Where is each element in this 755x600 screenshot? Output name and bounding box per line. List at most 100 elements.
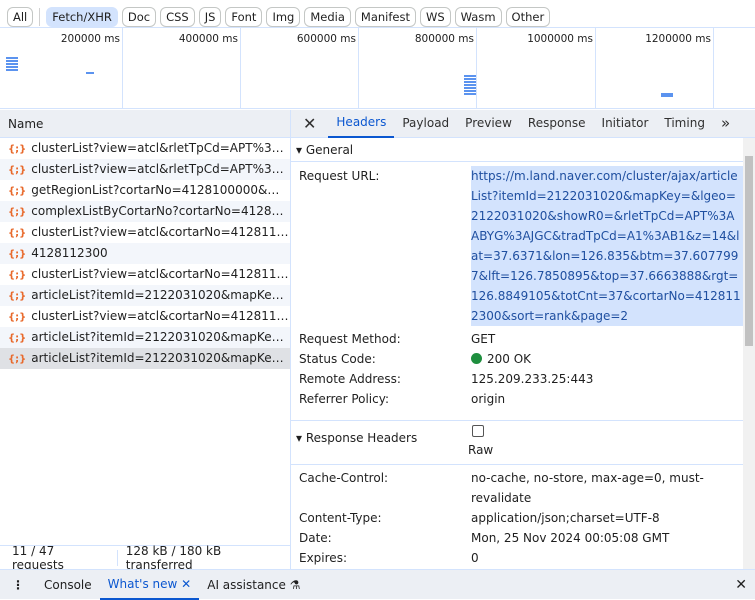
request-row[interactable]: {;} clusterList?view=atcl&rletTpCd=APT%3A… <box>0 138 290 159</box>
filter-js[interactable]: JS <box>198 7 222 27</box>
request-row[interactable]: {;} 4128112300 <box>0 243 290 264</box>
request-row[interactable]: {;} articleList?itemId=2122031020&mapKey=… <box>0 348 290 369</box>
timeline-tick: 600000 ms <box>241 28 359 108</box>
header-row: Cache-Control: no-cache, no-store, max-ag… <box>291 468 755 508</box>
header-key: Status Code: <box>299 352 376 366</box>
tab-headers[interactable]: Headers <box>328 110 395 138</box>
status-bar: 11 / 47 requests 128 kB / 180 kB transfe… <box>0 543 290 572</box>
request-name: articleList?itemId=2122031020&mapKey=&lg… <box>31 330 290 344</box>
timeline-tick: 200000 ms <box>0 28 123 108</box>
tab-whats-new[interactable]: What's new ✕ <box>99 570 200 600</box>
header-value: 0 <box>471 551 479 565</box>
xhr-icon: {;} <box>8 207 27 218</box>
header-value: origin <box>471 392 506 406</box>
filter-media[interactable]: Media <box>304 7 351 27</box>
filter-manifest[interactable]: Manifest <box>354 7 416 27</box>
request-row[interactable]: {;} articleList?itemId=2122031020&mapKey=… <box>0 285 290 306</box>
request-name: getRegionList?cortarNo=4128100000&mycort… <box>31 183 290 197</box>
timeline-bars <box>464 75 476 95</box>
close-drawer-icon[interactable]: ✕ <box>735 577 755 593</box>
xhr-icon: {;} <box>8 165 27 176</box>
details-tabs: ✕ Headers Payload Preview Response Initi… <box>291 110 755 138</box>
request-row[interactable]: {;} getRegionList?cortarNo=4128100000&myc… <box>0 180 290 201</box>
request-name: clusterList?view=atcl&cortarNo=412811230… <box>31 267 290 281</box>
request-name: clusterList?view=atcl&rletTpCd=APT%3AABY… <box>31 162 290 176</box>
scrollbar[interactable] <box>743 138 755 569</box>
request-row[interactable]: {;} articleList?itemId=2122031020&mapKey=… <box>0 327 290 348</box>
filter-font[interactable]: Font <box>225 7 263 27</box>
xhr-icon: {;} <box>8 270 27 281</box>
filter-img[interactable]: Img <box>266 7 301 27</box>
name-column-header[interactable]: Name <box>0 110 290 138</box>
header-key: Content-Type: <box>299 511 382 525</box>
request-count: 11 / 47 requests <box>12 543 64 572</box>
flask-icon: ⚗ <box>289 577 301 592</box>
request-row[interactable]: {;} clusterList?view=atcl&cortarNo=412811… <box>0 306 290 327</box>
timeline-tick: 1200000 ms <box>596 28 714 108</box>
tab-console[interactable]: Console <box>36 571 100 599</box>
transferred-size: 128 kB / 180 kB transferred <box>125 543 222 572</box>
scrollbar-thumb[interactable] <box>745 156 753 346</box>
header-value: Mon, 25 Nov 2024 00:05:08 GMT <box>471 531 670 545</box>
tab-timing[interactable]: Timing <box>656 110 713 137</box>
header-key: Cache-Control: <box>299 471 389 485</box>
filter-doc[interactable]: Doc <box>121 7 157 27</box>
request-name: articleList?itemId=2122031020&mapKey=&lg… <box>31 351 290 365</box>
status-ok-icon <box>471 353 482 364</box>
header-value: GET <box>471 332 496 346</box>
divider <box>39 8 41 26</box>
request-row[interactable]: {;} clusterList?view=atcl&cortarNo=412811… <box>0 264 290 285</box>
more-tabs-icon[interactable]: » <box>713 110 738 137</box>
xhr-icon: {;} <box>8 186 27 197</box>
tab-preview[interactable]: Preview <box>457 110 520 137</box>
filter-wasm[interactable]: Wasm <box>454 7 502 27</box>
status-code-value: 200 OK <box>487 352 532 366</box>
filter-css[interactable]: CSS <box>160 7 195 27</box>
filter-fetch-xhr[interactable]: Fetch/XHR <box>46 7 118 27</box>
tab-label: What's new <box>107 576 178 591</box>
header-key: Remote Address: <box>299 372 401 386</box>
xhr-icon: {;} <box>8 228 27 239</box>
header-row: Content-Type: application/json;charset=UT… <box>291 508 755 528</box>
request-row[interactable]: {;} complexListByCortarNo?cortarNo=412811… <box>0 201 290 222</box>
details-panel: ✕ Headers Payload Preview Response Initi… <box>291 110 755 569</box>
timeline-bars <box>6 57 18 71</box>
filter-all[interactable]: All <box>7 7 34 27</box>
header-row: Request Method: GET <box>291 329 755 349</box>
header-key: Request URL: <box>299 169 380 183</box>
timeline-overview[interactable]: 200000 ms 400000 ms 600000 ms 800000 ms … <box>0 28 755 109</box>
header-row: Date: Mon, 25 Nov 2024 00:05:08 GMT <box>291 528 755 548</box>
filter-ws[interactable]: WS <box>419 7 451 27</box>
tab-initiator[interactable]: Initiator <box>594 110 657 137</box>
general-section-header[interactable]: ▾ General <box>291 138 755 162</box>
request-name: clusterList?view=atcl&rletTpCd=APT%3AABY… <box>31 141 290 155</box>
tab-ai-assistance[interactable]: AI assistance ⚗ <box>199 571 308 599</box>
header-row: Request URL: https://m.land.naver.com/clu… <box>291 166 755 326</box>
filter-other[interactable]: Other <box>505 7 551 27</box>
tab-payload[interactable]: Payload <box>394 110 457 137</box>
timeline-tick: 1000000 ms <box>477 28 596 108</box>
request-url-value[interactable]: https://m.land.naver.com/cluster/ajax/ar… <box>471 166 743 326</box>
close-tab-icon[interactable]: ✕ <box>181 577 191 591</box>
filter-bar: All Fetch/XHR Doc CSS JS Font Img Media … <box>0 0 755 28</box>
request-name: 4128112300 <box>31 246 108 260</box>
request-row[interactable]: {;} clusterList?view=atcl&cortarNo=412811… <box>0 222 290 243</box>
drawer-menu-icon[interactable]: ⋮ <box>0 571 36 599</box>
timeline-bar <box>86 72 94 74</box>
tab-label: AI assistance <box>207 577 286 592</box>
close-icon[interactable]: ✕ <box>291 110 328 137</box>
header-key: Date: <box>299 531 332 545</box>
bottom-drawer: ⋮ Console What's new ✕ AI assistance ⚗ ✕ <box>0 569 755 600</box>
request-row[interactable]: {;} clusterList?view=atcl&rletTpCd=APT%3A… <box>0 159 290 180</box>
xhr-icon: {;} <box>8 312 27 323</box>
request-name: complexListByCortarNo?cortarNo=412811230… <box>31 204 290 218</box>
xhr-icon: {;} <box>8 354 27 365</box>
request-name: clusterList?view=atcl&cortarNo=412811230… <box>31 225 290 239</box>
tab-response[interactable]: Response <box>520 110 594 137</box>
response-headers-toggle[interactable]: ▾ Response Headers <box>296 431 417 445</box>
xhr-icon: {;} <box>8 249 27 260</box>
raw-checkbox[interactable] <box>472 425 484 437</box>
xhr-icon: {;} <box>8 291 27 302</box>
timeline-tick: 400000 ms <box>123 28 241 108</box>
request-list: {;} clusterList?view=atcl&rletTpCd=APT%3A… <box>0 138 290 369</box>
